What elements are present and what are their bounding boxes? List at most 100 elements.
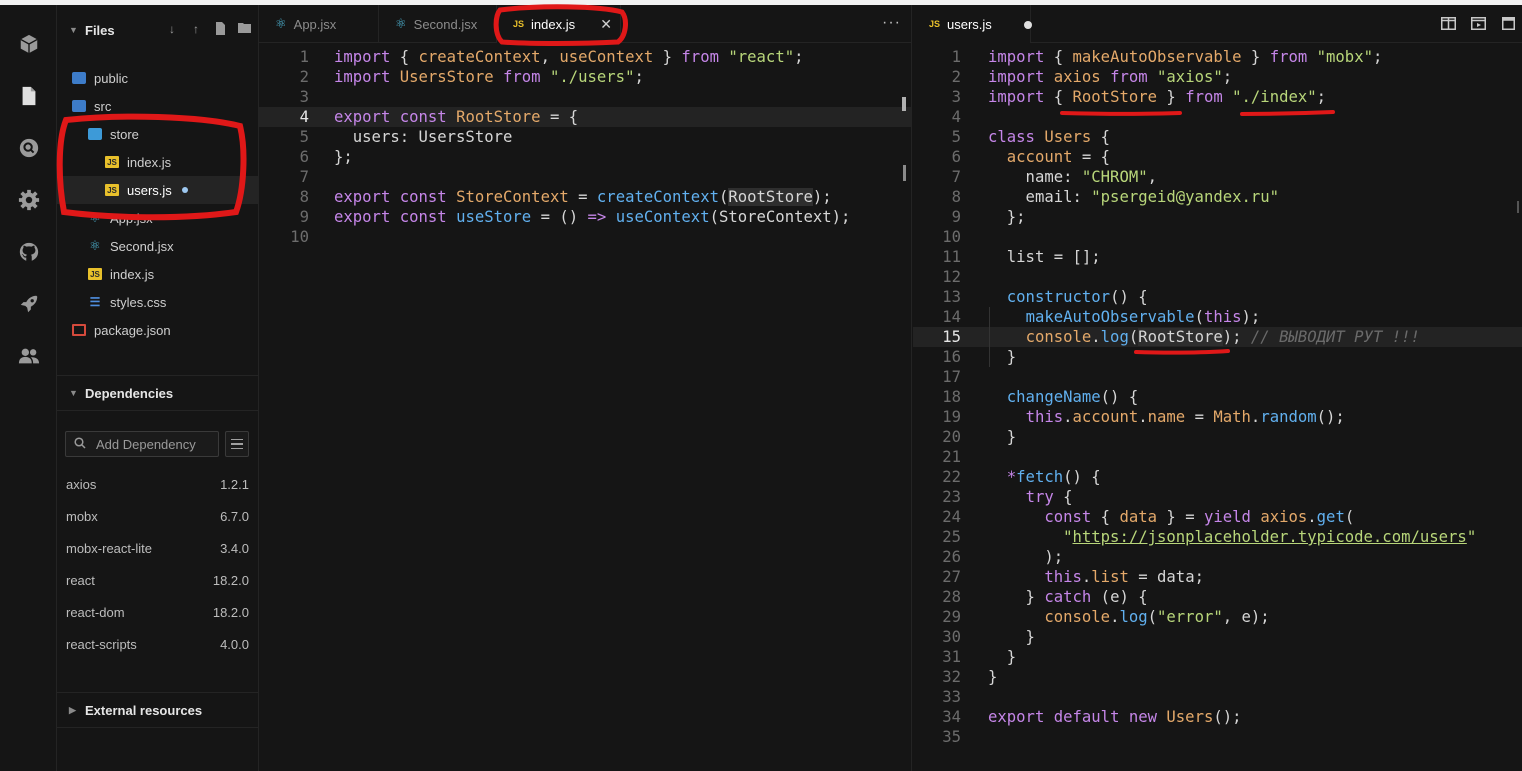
- line-number: 9: [299, 208, 309, 226]
- folder-open-icon: [88, 128, 102, 140]
- tree-item-label: users.js: [127, 182, 172, 198]
- text-cursor-marker: [902, 97, 906, 111]
- cube-icon[interactable]: [16, 31, 42, 57]
- search-icon[interactable]: [16, 135, 42, 161]
- line-number: 1: [299, 48, 309, 66]
- dependency-menu-button[interactable]: [225, 431, 249, 457]
- right-code-editor[interactable]: 1 import { makeAutoObservable } from "mob…: [913, 47, 1522, 747]
- tree-item-src[interactable]: src: [57, 92, 259, 120]
- right-editor-pane: JS users.js 1 import { makeAutoObservable…: [913, 5, 1522, 771]
- tree-item-label: index.js: [127, 154, 172, 170]
- preview-icon[interactable]: [1470, 15, 1486, 31]
- line-number: 15: [942, 328, 961, 346]
- github-icon[interactable]: [16, 239, 42, 265]
- tab-index-js[interactable]: JS index.js ✕: [497, 5, 621, 43]
- users-icon[interactable]: [16, 343, 42, 369]
- line-number: 3: [299, 88, 309, 106]
- line-number: 30: [942, 628, 961, 646]
- line-number: 22: [942, 468, 961, 486]
- close-icon[interactable]: ✕: [600, 16, 612, 33]
- editor-toolbar: [1440, 15, 1516, 31]
- line-number: 34: [942, 708, 961, 726]
- react-icon: ⚛: [275, 16, 287, 31]
- line-number: 2: [951, 68, 961, 86]
- file-icon[interactable]: [16, 83, 42, 109]
- tree-item-label: index.js: [110, 266, 155, 282]
- dependency-row[interactable]: axios 1.2.1: [57, 468, 259, 500]
- js-icon: JS: [513, 19, 525, 29]
- dependency-version: 3.4.0: [220, 540, 249, 556]
- left-code-editor[interactable]: 1 import { createContext, useContext } fr…: [259, 47, 911, 247]
- line-number: 24: [942, 508, 961, 526]
- react-icon: ⚛: [395, 16, 407, 31]
- tree-item-styles-css[interactable]: ☰ styles.css: [57, 288, 259, 316]
- folder-open-icon: [72, 100, 86, 112]
- files-actions: ↓ ↑: [165, 22, 251, 38]
- line-number: 12: [942, 268, 961, 286]
- tab-app-jsx[interactable]: ⚛ App.jsx: [259, 5, 379, 43]
- new-file-icon[interactable]: [213, 22, 227, 38]
- tab-label: Second.jsx: [413, 16, 478, 32]
- tree-item-store-index-js[interactable]: JS index.js: [57, 148, 259, 176]
- chevron-down-icon: ▼: [69, 25, 78, 35]
- tree-item-label: public: [94, 70, 128, 86]
- tree-item-app-jsx[interactable]: ⚛ App.jsx: [57, 204, 259, 232]
- dependency-version: 18.2.0: [212, 572, 249, 588]
- indent-guide: [989, 307, 990, 367]
- tree-item-label: App.jsx: [110, 210, 153, 226]
- tree-item-store[interactable]: store: [57, 120, 259, 148]
- sidebar: ▼ Files ↓ ↑ public src store JS index.js…: [57, 5, 259, 771]
- tree-item-src-index-js[interactable]: JS index.js: [57, 260, 259, 288]
- external-resources-header[interactable]: ▶ External resources: [57, 692, 259, 728]
- add-dependency-input[interactable]: Add Dependency: [65, 431, 219, 457]
- scrollbar-thumb[interactable]: [1517, 201, 1519, 213]
- js-file-icon: JS: [105, 184, 119, 196]
- dependency-version: 1.2.1: [220, 476, 249, 492]
- scrollbar-thumb[interactable]: [903, 165, 906, 181]
- dependency-row[interactable]: react 18.2.0: [57, 564, 259, 596]
- dependency-name: react-scripts: [66, 636, 137, 652]
- dependency-version: 6.7.0: [220, 508, 249, 524]
- left-editor-pane: ⚛ App.jsx ⚛ Second.jsx JS index.js ✕ ···…: [259, 5, 912, 771]
- tree-item-second-jsx[interactable]: ⚛ Second.jsx: [57, 232, 259, 260]
- collapse-up-icon[interactable]: ↑: [189, 22, 203, 38]
- dependency-row[interactable]: react-dom 18.2.0: [57, 596, 259, 628]
- gear-icon[interactable]: [16, 187, 42, 213]
- files-section-header[interactable]: ▼ Files ↓ ↑: [57, 12, 259, 48]
- tree-item-public[interactable]: public: [57, 64, 259, 92]
- line-number: 6: [299, 148, 309, 166]
- collapse-down-icon[interactable]: ↓: [165, 22, 179, 38]
- split-editor-icon[interactable]: [1440, 15, 1456, 31]
- line-number: 10: [942, 228, 961, 246]
- line-number: 33: [942, 688, 961, 706]
- line-number: 28: [942, 588, 961, 606]
- dependency-row[interactable]: react-scripts 4.0.0: [57, 628, 259, 660]
- line-number: 29: [942, 608, 961, 626]
- line-number: 27: [942, 568, 961, 586]
- tab-label: App.jsx: [293, 16, 337, 32]
- tab-label: users.js: [947, 16, 992, 32]
- more-options-icon[interactable]: ···: [882, 14, 901, 32]
- dependency-name: react-dom: [66, 604, 125, 620]
- package-icon: [72, 324, 86, 336]
- tree-item-users-js[interactable]: JS users.js: [57, 176, 259, 204]
- maximize-icon[interactable]: [1500, 15, 1516, 31]
- dependency-row[interactable]: mobx-react-lite 3.4.0: [57, 532, 259, 564]
- line-number: 31: [942, 648, 961, 666]
- line-number: 11: [942, 248, 961, 266]
- chevron-down-icon: ▼: [69, 388, 78, 398]
- line-number: 16: [942, 348, 961, 366]
- external-resources-title: External resources: [85, 702, 203, 718]
- tab-second-jsx[interactable]: ⚛ Second.jsx: [379, 5, 497, 43]
- new-folder-icon[interactable]: [237, 22, 251, 38]
- line-number: 21: [942, 448, 961, 466]
- tree-item-package-json[interactable]: package.json: [57, 316, 259, 344]
- line-number: 26: [942, 548, 961, 566]
- dependencies-section-header[interactable]: ▼ Dependencies: [57, 375, 259, 411]
- tab-users-js[interactable]: JS users.js: [913, 5, 1032, 43]
- line-number: 14: [942, 308, 961, 326]
- dependency-row[interactable]: mobx 6.7.0: [57, 500, 259, 532]
- rocket-icon[interactable]: [16, 291, 42, 317]
- dependency-name: mobx: [66, 508, 98, 524]
- activity-bar: [0, 5, 57, 771]
